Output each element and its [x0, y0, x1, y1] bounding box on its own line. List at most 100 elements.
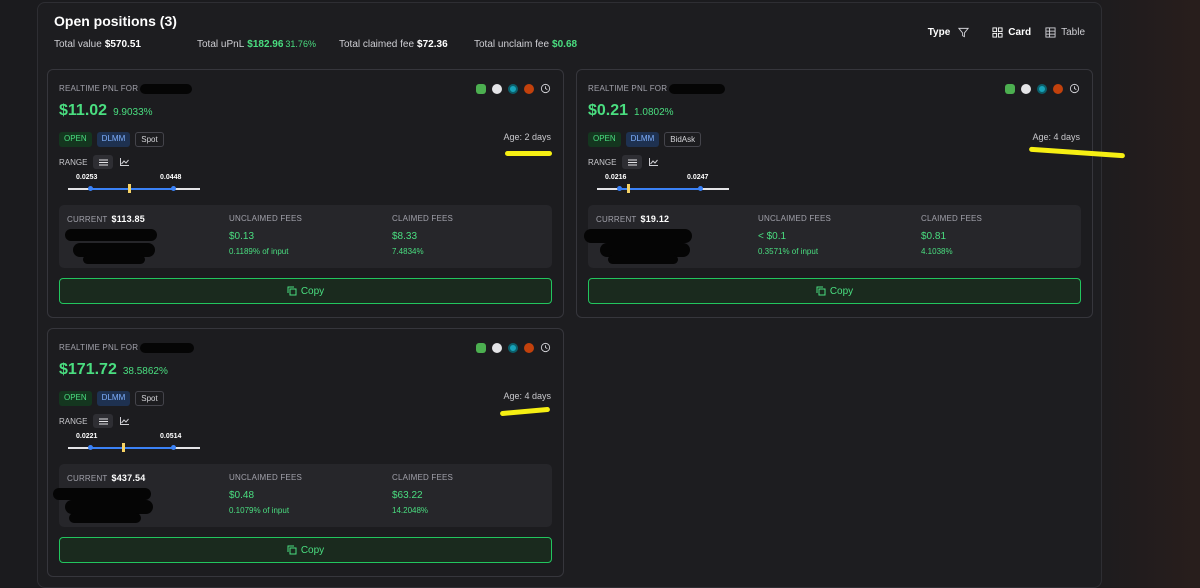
- highlight-mark: [505, 151, 552, 156]
- line-chart-icon[interactable]: [649, 158, 659, 166]
- stat-total-upnl-amount: $182.96: [247, 39, 284, 50]
- redaction-mark: [140, 84, 193, 94]
- history-icon[interactable]: [540, 83, 551, 94]
- copy-label: Copy: [829, 285, 854, 297]
- position-details: CURRENT $437.54 UNCLAIMED FEES $0.48 0.10…: [53, 464, 552, 527]
- copy-button[interactable]: Copy: [59, 537, 552, 563]
- pnl-display: $0.21 1.0802%: [588, 102, 674, 120]
- position-details: CURRENT $113.85 UNCLAIMED FEES $0.13 0.11…: [59, 205, 552, 268]
- green-token-icon[interactable]: [1005, 83, 1015, 94]
- history-icon[interactable]: [1069, 83, 1080, 94]
- range-handle-high[interactable]: [698, 186, 703, 191]
- range-high: 0.0448: [160, 174, 182, 181]
- line-chart-icon[interactable]: [120, 158, 130, 166]
- pnl-value: $11.02: [59, 102, 108, 119]
- current-value: $437.54: [111, 473, 146, 483]
- current-value: $19.12: [640, 214, 670, 224]
- list-icon: [98, 418, 108, 424]
- range-row: RANGE: [59, 155, 130, 169]
- card-icons: [470, 342, 551, 353]
- copy-icon: [816, 286, 826, 296]
- filter-icon: [958, 27, 970, 38]
- ghost-icon[interactable]: [1021, 83, 1031, 94]
- current-label-text: CURRENT: [67, 215, 108, 224]
- claimed-sub: 4.1038%: [921, 247, 953, 256]
- range-slider[interactable]: 0.0221 0.0514: [68, 433, 200, 453]
- current-label-text: CURRENT: [596, 215, 637, 224]
- copy-icon: [287, 286, 297, 296]
- redaction-mark: [140, 343, 195, 353]
- table-view-toggle[interactable]: Table: [1045, 27, 1085, 38]
- copy-button[interactable]: Copy: [59, 278, 552, 304]
- claimed-sub: 14.2048%: [392, 506, 429, 515]
- current-price-marker: [627, 184, 630, 193]
- green-token-icon[interactable]: [476, 83, 486, 94]
- card-view-label: Card: [1008, 27, 1032, 38]
- pool-badge: DLMM: [96, 391, 131, 406]
- current-price-marker: [128, 184, 131, 193]
- card-view-toggle[interactable]: Card: [992, 27, 1031, 38]
- copy-icon: [287, 545, 297, 555]
- teal-ring-icon[interactable]: [1037, 83, 1047, 94]
- range-handle-low[interactable]: [88, 186, 93, 191]
- teal-ring-icon[interactable]: [508, 342, 518, 353]
- orange-token-icon[interactable]: [1053, 83, 1063, 94]
- history-icon[interactable]: [540, 342, 551, 353]
- current-label-text: CURRENT: [67, 474, 108, 483]
- pnl-display: $171.72 38.5862%: [59, 361, 168, 379]
- status-badge: OPEN: [59, 391, 92, 406]
- stat-total-unclaim: Total unclaim fee $0.68: [474, 39, 577, 50]
- status-badge: OPEN: [588, 132, 621, 147]
- range-selection: [90, 447, 174, 449]
- card-icons: [999, 83, 1080, 94]
- range-high: 0.0247: [687, 174, 709, 181]
- card-title-text: REALTIME PNL FOR: [59, 84, 139, 94]
- card-title-text: REALTIME PNL FOR: [588, 84, 668, 94]
- stat-total-value-label: Total value: [54, 39, 102, 50]
- stat-total-upnl: Total uPnL $182.96 31.76%: [197, 39, 316, 50]
- range-list-button[interactable]: [622, 155, 643, 169]
- claimed-label: CLAIMED FEES: [392, 214, 454, 223]
- copy-button[interactable]: Copy: [588, 278, 1081, 304]
- current-value: $113.85: [111, 214, 145, 224]
- range-low: 0.0253: [76, 174, 98, 181]
- claimed-value: $0.81: [921, 231, 947, 242]
- range-handle-low[interactable]: [88, 445, 93, 450]
- stat-total-upnl-pct: 31.76%: [285, 39, 316, 49]
- orange-token-icon[interactable]: [524, 83, 534, 94]
- line-chart-icon[interactable]: [120, 417, 130, 425]
- range-list-button[interactable]: [93, 155, 114, 169]
- redaction-mark: [83, 255, 145, 264]
- range-low: 0.0216: [605, 174, 627, 181]
- card-title: REALTIME PNL FOR: [59, 343, 195, 353]
- ghost-icon[interactable]: [492, 83, 502, 94]
- copy-label: Copy: [300, 285, 325, 297]
- range-handle-high[interactable]: [171, 445, 176, 450]
- type-filter-button[interactable]: Type: [928, 27, 975, 38]
- unclaimed-value: < $0.1: [758, 231, 787, 242]
- pnl-percent: 9.9033%: [113, 107, 153, 118]
- redaction-mark: [608, 255, 678, 264]
- range-list-button[interactable]: [93, 414, 114, 428]
- unclaimed-sub: 0.1189% of input: [229, 247, 289, 256]
- ghost-icon[interactable]: [492, 342, 502, 353]
- type-filter-label: Type: [927, 27, 951, 38]
- list-icon: [98, 159, 108, 165]
- range-slider[interactable]: 0.0253 0.0448: [68, 174, 200, 194]
- age-label: Age: 4 days: [503, 391, 551, 401]
- range-slider[interactable]: 0.0216 0.0247: [597, 174, 729, 194]
- range-handle-low[interactable]: [617, 186, 622, 191]
- strategy-badge: Spot: [135, 391, 164, 406]
- orange-token-icon[interactable]: [524, 342, 534, 353]
- redaction-mark: [669, 84, 726, 94]
- range-handle-high[interactable]: [171, 186, 176, 191]
- unclaimed-label: UNCLAIMED FEES: [758, 214, 832, 223]
- page-title: Open positions (3): [54, 13, 177, 29]
- green-token-icon[interactable]: [476, 342, 486, 353]
- stat-total-upnl-label: Total uPnL: [197, 39, 245, 50]
- teal-ring-icon[interactable]: [508, 83, 518, 94]
- claimed-value: $63.22: [392, 490, 423, 501]
- stat-total-claimed-amount: $72.36: [417, 39, 448, 50]
- range-row: RANGE: [59, 414, 130, 428]
- redaction-mark: [69, 513, 141, 523]
